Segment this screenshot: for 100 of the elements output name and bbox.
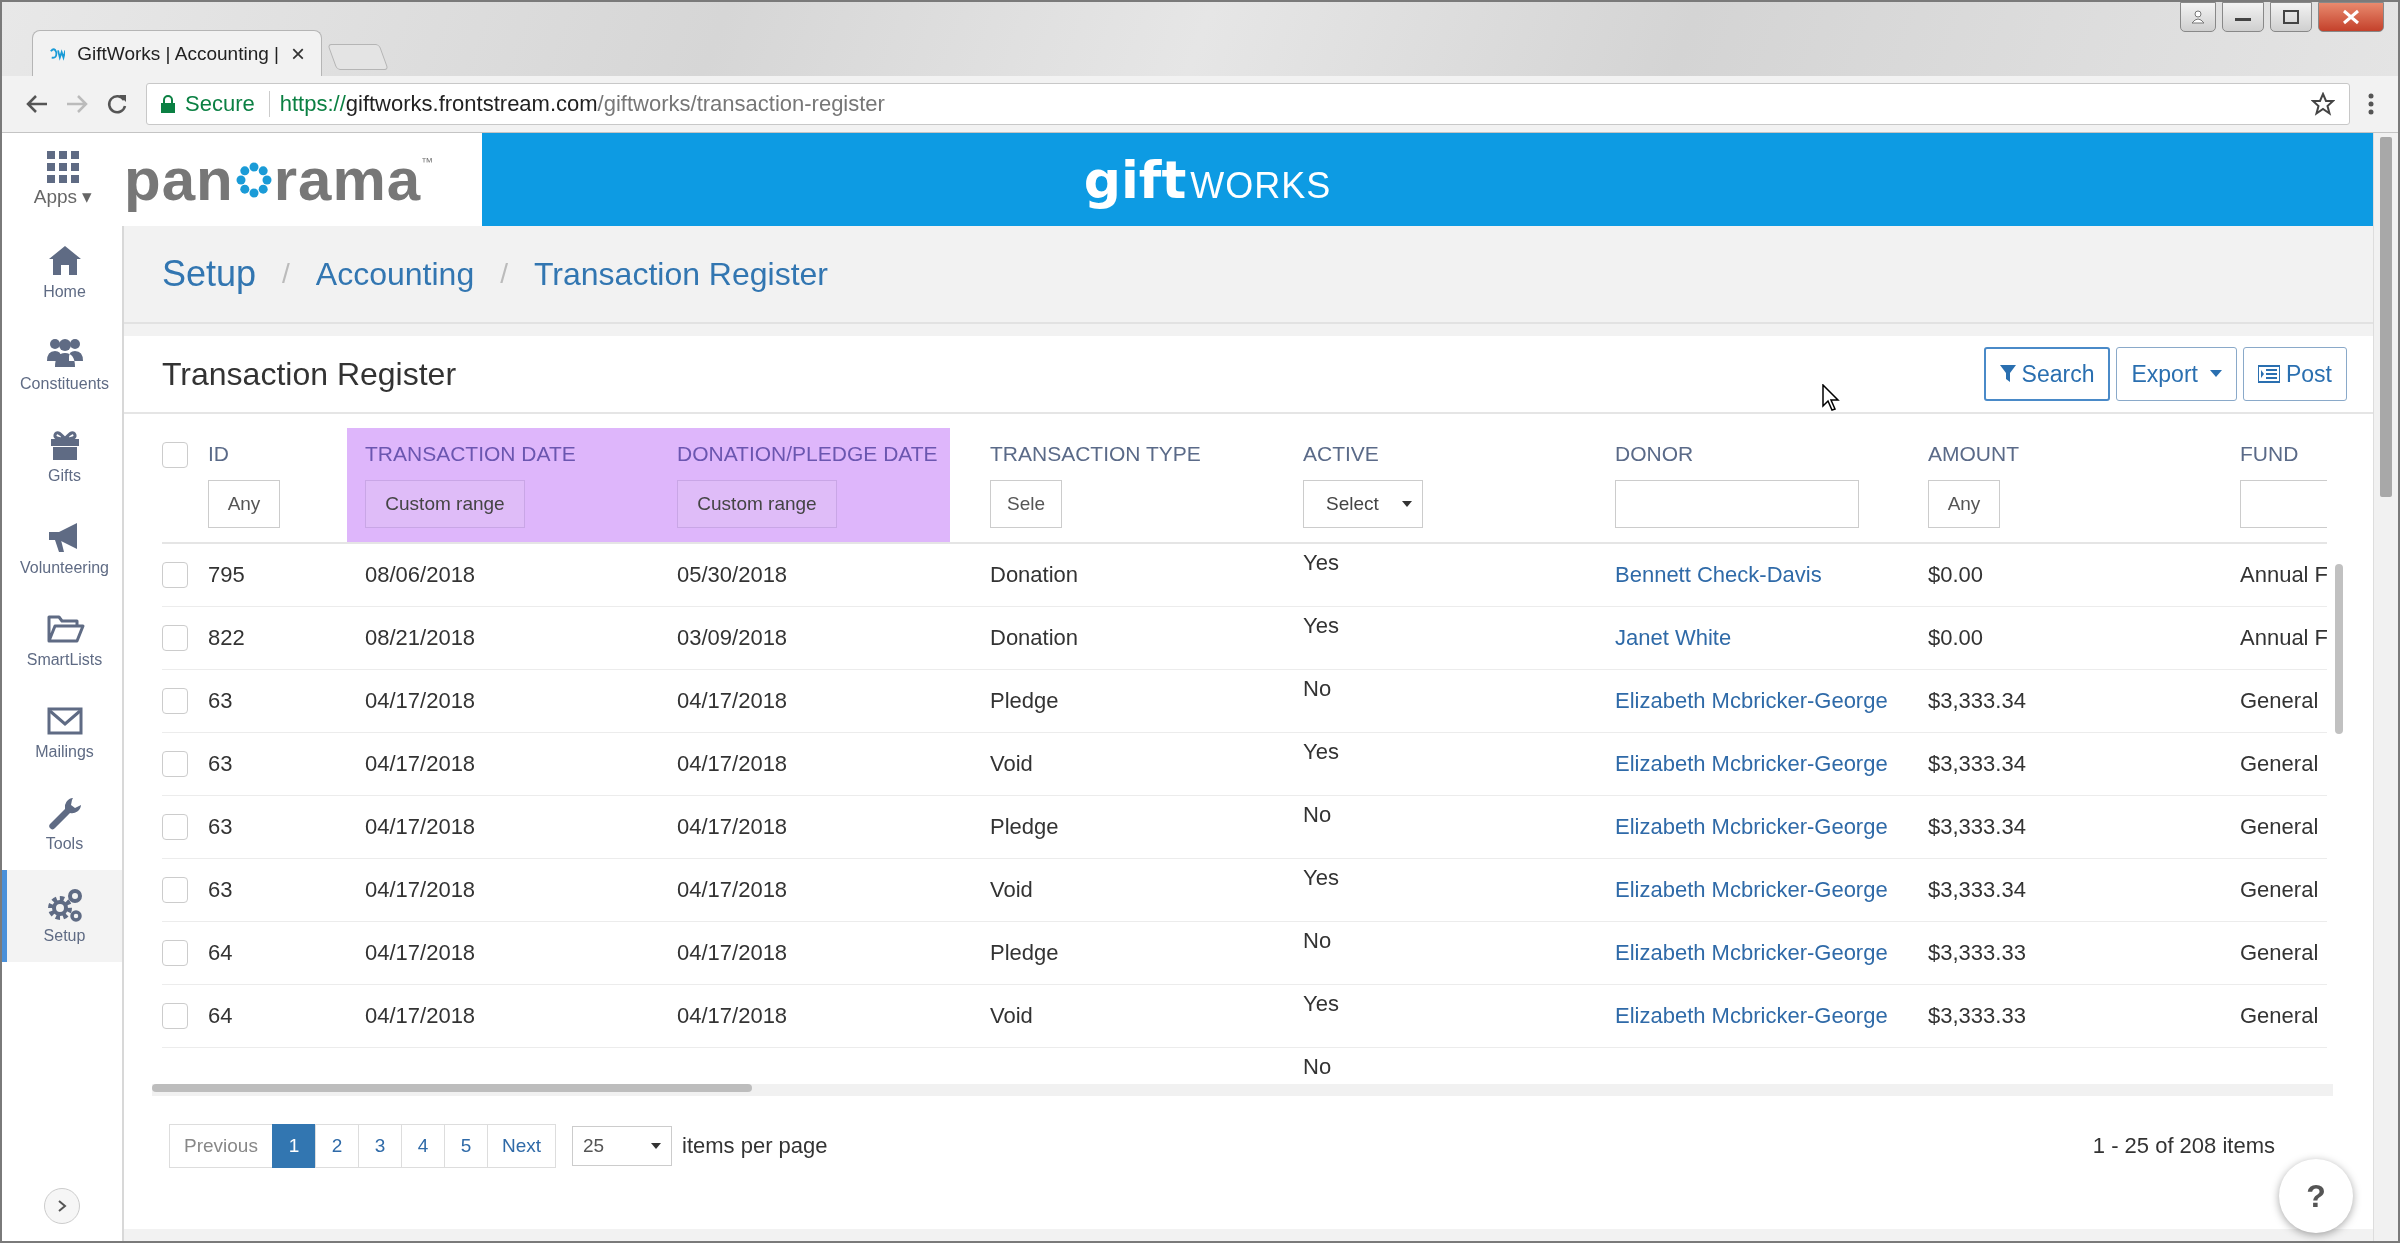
table-cell: Pledge (990, 814, 1059, 840)
row-checkbox[interactable] (162, 1003, 188, 1029)
filter-field[interactable] (1615, 480, 1859, 528)
table-cell: Yes (1303, 550, 1339, 576)
back-icon[interactable] (26, 94, 48, 114)
cursor-icon (1822, 384, 1840, 412)
table-cell: No (1303, 676, 1332, 702)
breadcrumb-link[interactable]: Setup (162, 253, 257, 295)
donor-link[interactable]: Elizabeth Mcbricker-George (1615, 688, 1888, 714)
page-button[interactable]: 1 (271, 1124, 316, 1168)
forward-icon[interactable] (66, 94, 88, 114)
page-button[interactable]: 3 (357, 1124, 402, 1168)
row-checkbox[interactable] (162, 625, 188, 651)
post-button[interactable]: Post (2242, 347, 2347, 401)
donor-link[interactable]: Elizabeth Mcbricker-George (1615, 751, 1888, 777)
table-cell: 64 (208, 1003, 233, 1029)
close-tab-button[interactable]: × (291, 39, 305, 68)
donor-link[interactable]: Elizabeth Mcbricker-George (1615, 940, 1888, 966)
scrollbar[interactable] (2373, 133, 2398, 1241)
date-range-button[interactable]: Custom range (677, 480, 837, 528)
page-size-select[interactable]: 25 (572, 1126, 672, 1166)
table-cell: Yes (1303, 991, 1339, 1017)
filter-field[interactable]: Any (1928, 480, 2000, 528)
table-cell: Yes (1303, 865, 1339, 891)
caret-icon (651, 1142, 661, 1150)
table-cell: 04/17/2018 (677, 688, 788, 714)
panorama-logo: pan rama$^{™}$ (124, 133, 482, 226)
export-dropdown[interactable]: Export (2116, 347, 2237, 401)
profile-button[interactable] (2180, 2, 2216, 32)
previous-button[interactable]: Previous (169, 1124, 273, 1168)
reload-icon[interactable] (106, 93, 128, 115)
column-label: FUND (2240, 442, 2300, 466)
row-checkbox[interactable] (162, 751, 188, 777)
table-cell: Annual F (2240, 562, 2327, 588)
url-text: https://giftworks.frontstream.com/giftworks/transaction-register (279, 91, 885, 117)
table-cell: $3,333.34 (1928, 814, 2026, 840)
table-cell: Void (990, 1003, 1033, 1029)
minimize-button[interactable] (2222, 2, 2264, 32)
donor-link[interactable]: Janet White (1615, 625, 1732, 651)
table-cell: 04/17/2018 (365, 940, 476, 966)
breadcrumb-link[interactable]: Transaction Register (533, 255, 828, 293)
table-cell: Yes (1303, 613, 1339, 639)
table-cell: General (2240, 814, 2319, 840)
sidebar-item[interactable]: Setup (2, 870, 122, 962)
table-cell: 822 (208, 625, 245, 651)
column-label: ACTIVE (1303, 442, 1380, 466)
close-window-button[interactable] (2318, 2, 2384, 32)
donor-link[interactable]: Elizabeth Mcbricker-George (1615, 814, 1888, 840)
table-cell: Pledge (990, 688, 1059, 714)
grid-icon (47, 151, 79, 183)
browser-tab[interactable]: GiftWorks | Accounting | × (32, 30, 322, 76)
column-label: ID (208, 442, 230, 466)
expand-sidebar-button[interactable] (44, 1188, 80, 1224)
scrollbar[interactable] (2335, 564, 2343, 734)
column-label: TRANSACTION TYPE (990, 442, 1202, 466)
close-icon (2342, 9, 2360, 25)
breadcrumb-link[interactable]: Accounting (315, 255, 475, 293)
secure-label: Secure (185, 91, 270, 117)
donor-link[interactable]: Elizabeth Mcbricker-George (1615, 877, 1888, 903)
next-button[interactable]: Next (486, 1124, 556, 1168)
list-icon (2257, 365, 2280, 383)
star-icon[interactable] (2311, 92, 2335, 116)
row-checkbox[interactable] (162, 688, 188, 714)
table-cell: General (2240, 1003, 2319, 1029)
donor-link[interactable]: Bennett Check-Davis (1615, 562, 1822, 588)
column-label: DONATION/PLEDGE DATE (677, 442, 939, 466)
menu-icon[interactable] (2368, 93, 2374, 115)
row-checkbox[interactable] (162, 940, 188, 966)
chevron-icon (57, 1199, 67, 1213)
row-checkbox[interactable] (162, 877, 188, 903)
maximize-icon (2283, 10, 2299, 24)
help-button[interactable]: ? (2279, 1159, 2353, 1233)
filter-field[interactable]: Sele (990, 480, 1062, 528)
caret-icon (2209, 370, 2222, 378)
table-cell: 04/17/2018 (365, 1003, 476, 1029)
maximize-button[interactable] (2270, 2, 2312, 32)
page-button[interactable]: 4 (400, 1124, 445, 1168)
site-icon (49, 46, 66, 61)
table-cell: Void (990, 877, 1033, 903)
search-button[interactable]: Search (1983, 347, 2111, 401)
donor-link[interactable]: Elizabeth Mcbricker-George (1615, 1003, 1888, 1029)
column-label: AMOUNT (1928, 442, 2020, 466)
table-cell: Yes (1303, 739, 1339, 765)
page-button[interactable]: 5 (443, 1124, 488, 1168)
filter-field[interactable]: Any (208, 480, 280, 528)
row-checkbox[interactable] (162, 562, 188, 588)
table-cell: 04/17/2018 (365, 877, 476, 903)
date-range-button[interactable]: Custom range (365, 480, 525, 528)
row-checkbox[interactable] (162, 814, 188, 840)
select-all-checkbox[interactable] (162, 442, 188, 468)
table-cell: 63 (208, 877, 233, 903)
table-cell: Donation (990, 562, 1079, 588)
filter-select[interactable]: Select (1303, 480, 1423, 528)
address-bar[interactable]: Secure https://giftworks.frontstream.com/giftworks/transaction-register (146, 83, 2350, 125)
tab-title: GiftWorks | Accounting | (77, 42, 279, 65)
page-button[interactable]: 2 (314, 1124, 359, 1168)
table-cell: $3,333.34 (1928, 688, 2026, 714)
scrollbar[interactable] (152, 1084, 2333, 1096)
table-cell: 04/17/2018 (365, 751, 476, 777)
table-cell: 04/17/2018 (365, 688, 476, 714)
